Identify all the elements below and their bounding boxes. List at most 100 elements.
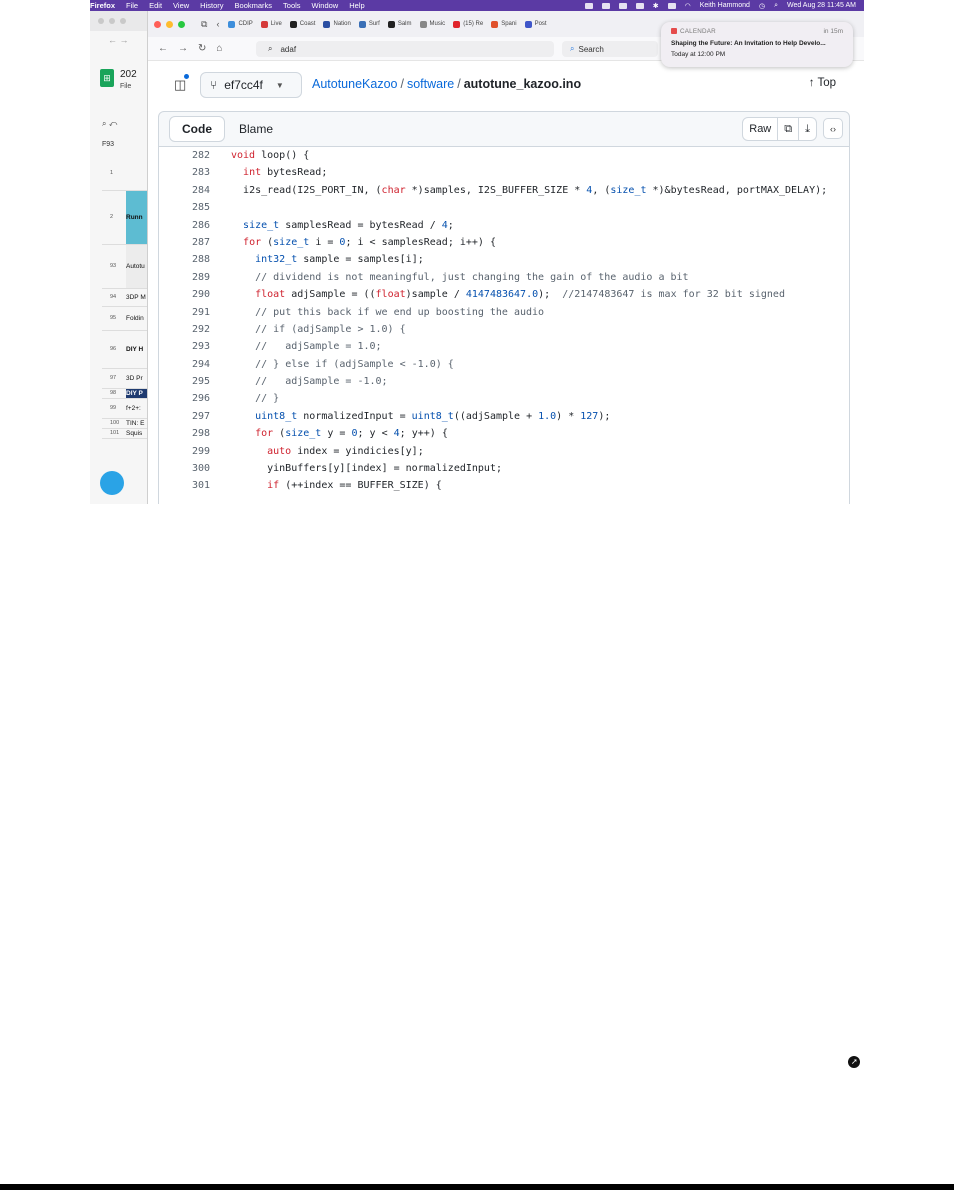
breadcrumb-folder-link[interactable]: software xyxy=(407,77,454,91)
user-name[interactable]: Keith Hammond xyxy=(700,2,750,9)
code-line[interactable]: 290 float adjSample = ((float)sample / 4… xyxy=(159,286,849,303)
code-line[interactable]: 301 if (++index == BUFFER_SIZE) { xyxy=(159,477,849,494)
code-line[interactable]: 286 size_t samplesRead = bytesRead / 4; xyxy=(159,217,849,234)
cell-reference[interactable]: F93 xyxy=(102,141,114,148)
line-number[interactable]: 291 xyxy=(159,304,210,321)
minimize-window-button[interactable] xyxy=(166,20,173,28)
clock-icon[interactable]: ◷ xyxy=(759,2,765,10)
window-dot[interactable] xyxy=(98,18,104,24)
row-number[interactable]: 101 xyxy=(102,429,126,439)
line-number[interactable]: 300 xyxy=(159,460,210,477)
sheet-cell[interactable]: Autotu xyxy=(126,245,147,289)
line-number[interactable]: 292 xyxy=(159,321,210,338)
code-line[interactable]: 285 xyxy=(159,199,849,216)
sheet-cell[interactable]: 3DP M xyxy=(126,289,147,307)
code-view[interactable]: 282 void loop() {283 int bytesRead; 284 i2… xyxy=(158,147,850,504)
line-number[interactable]: 293 xyxy=(159,338,210,355)
code-line[interactable]: 295 // adjSample = -1.0; xyxy=(159,373,849,390)
line-number[interactable]: 284 xyxy=(159,182,210,199)
browser-tab[interactable]: Music xyxy=(419,20,445,28)
symbols-panel-icon[interactable]: ‹› xyxy=(823,118,843,139)
menu-edit[interactable]: Edit xyxy=(149,1,162,10)
line-number[interactable]: 301 xyxy=(159,477,210,494)
browser-tab[interactable]: Post xyxy=(524,20,547,28)
sheet-cell[interactable]: 3D Pr xyxy=(126,369,147,389)
code-line[interactable]: 282 void loop() { xyxy=(159,147,849,164)
browser-tab[interactable]: CDIP xyxy=(228,20,253,28)
code-line[interactable]: 288 int32_t sample = samples[i]; xyxy=(159,251,849,268)
forward-icon[interactable]: → xyxy=(178,43,188,54)
sheets-nav-arrows[interactable]: ← → xyxy=(90,31,147,53)
code-line[interactable]: 298 for (size_t y = 0; y < 4; y++) { xyxy=(159,425,849,442)
row-number[interactable]: 1 xyxy=(102,157,126,191)
search-icon[interactable]: ⌕ xyxy=(774,2,778,10)
tray-app-icon[interactable] xyxy=(635,2,644,9)
row-number[interactable]: 95 xyxy=(102,307,126,331)
menu-help[interactable]: Help xyxy=(349,1,364,10)
browser-tab[interactable]: Nation xyxy=(323,20,351,28)
line-number[interactable]: 286 xyxy=(159,217,210,234)
tray-app-icon[interactable] xyxy=(618,2,627,9)
menu-bookmarks[interactable]: Bookmarks xyxy=(235,1,273,10)
close-window-button[interactable] xyxy=(154,20,161,28)
copy-icon[interactable]: ⧉ xyxy=(778,118,800,140)
sheet-cell[interactable]: f+2+: xyxy=(126,399,147,419)
sheet-cell[interactable]: TIN: E xyxy=(126,419,147,429)
row-number[interactable]: 94 xyxy=(102,289,126,307)
browser-tab[interactable]: Salm xyxy=(387,20,412,28)
sheets-file-menu[interactable]: File xyxy=(120,83,131,90)
sheet-cell[interactable]: Squis xyxy=(126,429,147,439)
browser-tab[interactable]: Spani xyxy=(491,20,517,28)
wifi-icon[interactable]: ◠ xyxy=(685,2,691,10)
line-number[interactable]: 298 xyxy=(159,425,210,442)
breadcrumb-repo-link[interactable]: AutotuneKazoo xyxy=(312,77,398,91)
line-number[interactable]: 288 xyxy=(159,251,210,268)
row-number[interactable]: 99 xyxy=(102,399,126,419)
code-line[interactable]: 300 yinBuffers[y][index] = normalizedInp… xyxy=(159,460,849,477)
line-number[interactable]: 289 xyxy=(159,269,210,286)
window-dot[interactable] xyxy=(109,18,115,24)
browser-tab[interactable]: Surf xyxy=(358,20,380,28)
reload-icon[interactable]: ↻ xyxy=(198,43,206,54)
line-number[interactable]: 290 xyxy=(159,286,210,303)
row-number[interactable]: 97 xyxy=(102,369,126,389)
menu-history[interactable]: History xyxy=(200,1,223,10)
compass-icon[interactable]: ➚ xyxy=(848,1056,860,1068)
file-tree-toggle-icon[interactable]: ◫ xyxy=(174,74,190,93)
line-number[interactable]: 283 xyxy=(159,164,210,181)
line-number[interactable]: 287 xyxy=(159,234,210,251)
sheet-cell[interactable]: Runn xyxy=(126,191,147,245)
sheets-window[interactable]: ← → ⊞ 202 File ⌕ ↶ F93 1 2 93 94 95 96 97 98 99 1… xyxy=(90,11,148,504)
browser-tab[interactable]: Coast xyxy=(289,20,315,28)
tab-code[interactable]: Code xyxy=(169,116,225,142)
scroll-tabs-left-icon[interactable]: ‹ xyxy=(216,19,219,29)
line-number[interactable]: 282 xyxy=(159,147,210,164)
row-number[interactable]: 100 xyxy=(102,419,126,429)
code-line[interactable]: 291 // put this back if we end up boosti… xyxy=(159,304,849,321)
row-number[interactable]: 2 xyxy=(102,191,126,245)
undo-icon[interactable]: ↶ xyxy=(109,119,118,128)
tab-blame[interactable]: Blame xyxy=(227,116,285,142)
sheet-cell[interactable]: DIY P xyxy=(126,389,147,399)
raw-button[interactable]: Raw xyxy=(743,118,779,140)
sheet-cell[interactable] xyxy=(126,157,147,191)
code-line[interactable]: 283 int bytesRead; xyxy=(159,164,849,181)
menu-view[interactable]: View xyxy=(173,1,189,10)
tray-app-icon[interactable] xyxy=(601,2,610,9)
datetime[interactable]: Wed Aug 28 11:45 AM xyxy=(787,2,856,9)
code-line[interactable]: 293 // adjSample = 1.0; xyxy=(159,338,849,355)
sheet-cell[interactable]: Foldin xyxy=(126,307,147,331)
line-number[interactable]: 294 xyxy=(159,356,210,373)
code-line[interactable]: 287 for (size_t i = 0; i < samplesRead; … xyxy=(159,234,849,251)
zoom-window-button[interactable] xyxy=(178,20,185,28)
bluetooth-icon[interactable]: ✱ xyxy=(653,2,659,10)
browser-tab[interactable]: Live xyxy=(260,20,282,28)
row-number[interactable]: 98 xyxy=(102,389,126,399)
menu-window[interactable]: Window xyxy=(312,1,339,10)
code-line[interactable]: 299 auto index = yindicies[y]; xyxy=(159,443,849,460)
branch-selector[interactable]: ⑂ ef7cc4f ▼ xyxy=(200,72,302,98)
code-line[interactable]: 284 i2s_read(I2S_PORT_IN, (char *)sample… xyxy=(159,182,849,199)
code-line[interactable]: 294 // } else if (adjSample < -1.0) { xyxy=(159,356,849,373)
line-number[interactable]: 299 xyxy=(159,443,210,460)
sheet-cell[interactable]: DIY H xyxy=(126,331,147,369)
